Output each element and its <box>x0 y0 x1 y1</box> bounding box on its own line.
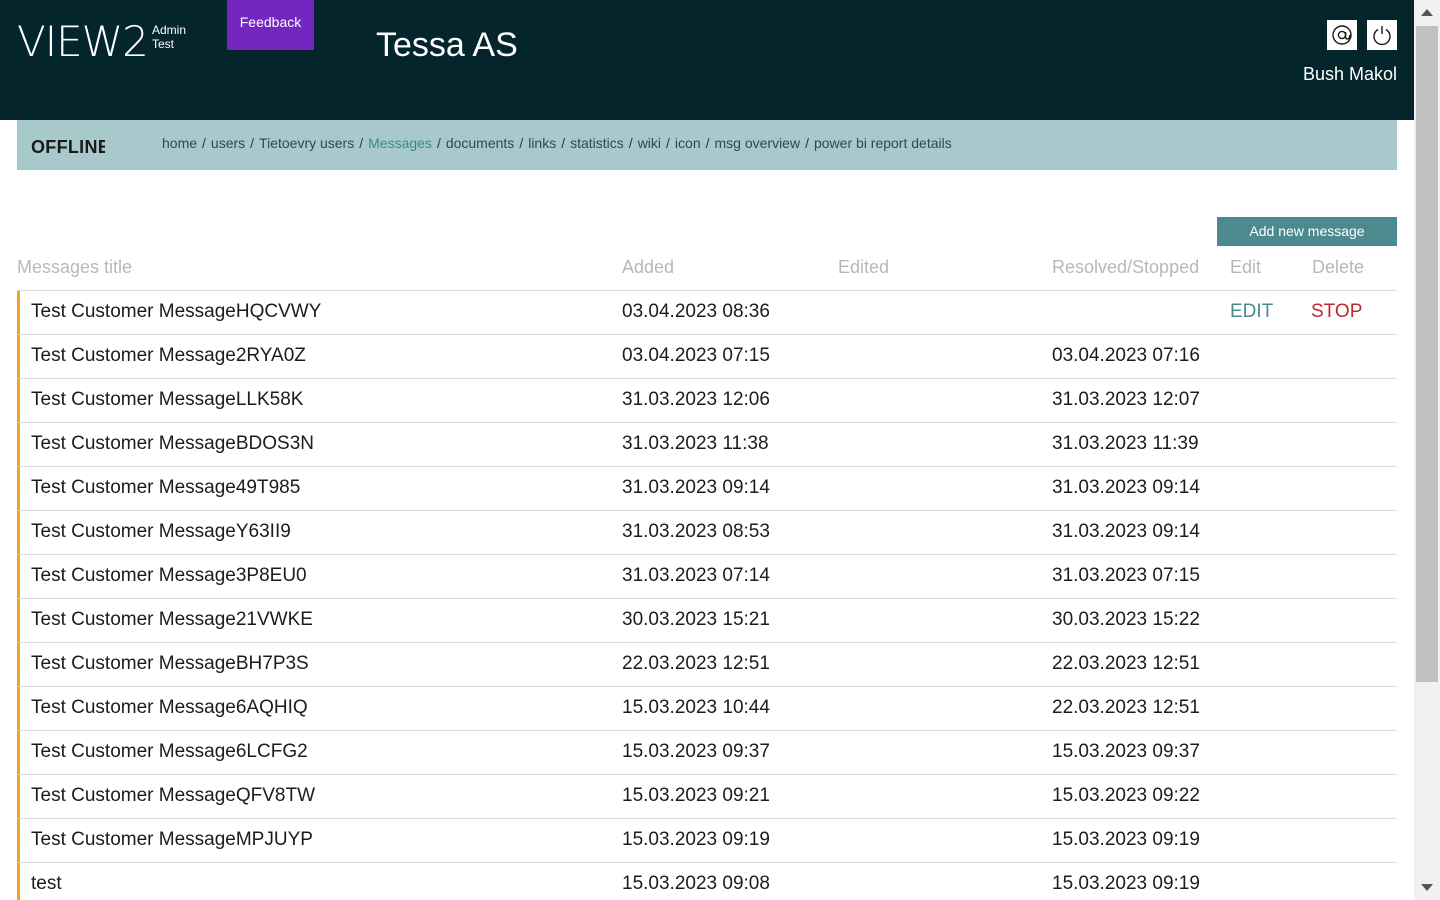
logo-sub-admin: Admin <box>152 23 187 37</box>
table-row[interactable]: Test Customer MessageY63II9 31.03.2023 08… <box>17 511 1397 555</box>
logo-sub-test: Test <box>152 37 175 51</box>
message-title: Test Customer MessageHQCVWY <box>31 301 322 322</box>
table-row[interactable]: Test Customer MessageMPJUYP 15.03.2023 09… <box>17 819 1397 863</box>
message-title: Test Customer MessageQFV8TW <box>31 785 316 806</box>
resolved-date: 15.03.2023 09:22 <box>1052 785 1200 806</box>
table-row[interactable]: Test Customer MessageBH7P3S 22.03.2023 12… <box>17 643 1397 687</box>
header-resolved[interactable]: Resolved/Stopped <box>1052 257 1199 278</box>
message-title: Test Customer MessageLLK58K <box>31 389 304 410</box>
scrollbar[interactable] <box>1414 0 1440 900</box>
message-title: Test Customer Message21VWKE <box>31 609 313 630</box>
message-title: Test Customer MessageY63II9 <box>31 521 291 542</box>
add-new-message-button[interactable]: Add new message <box>1217 217 1397 246</box>
power-icon <box>1373 26 1391 46</box>
table-row[interactable]: Test Customer Message21VWKE 30.03.2023 15… <box>17 599 1397 643</box>
resolved-date: 30.03.2023 15:22 <box>1052 609 1200 630</box>
at-icon <box>1332 25 1352 45</box>
table-row[interactable]: Test Customer Message6LCFG2 15.03.2023 09… <box>17 731 1397 775</box>
header-delete: Delete <box>1312 257 1365 277</box>
table-row[interactable]: Test Customer Message3P8EU0 31.03.2023 07… <box>17 555 1397 599</box>
resolved-date: 31.03.2023 07:15 <box>1052 565 1200 586</box>
added-date: 31.03.2023 09:14 <box>622 477 770 498</box>
resolved-date: 22.03.2023 12:51 <box>1052 697 1200 718</box>
resolved-date: 31.03.2023 09:14 <box>1052 477 1200 498</box>
added-date: 15.03.2023 09:37 <box>622 741 770 762</box>
added-date: 15.03.2023 09:21 <box>622 785 770 806</box>
nav-documents[interactable]: documents <box>446 135 514 151</box>
company-title: Tessa AS <box>376 26 518 64</box>
message-title: Test Customer Message6AQHIQ <box>31 697 308 718</box>
table-row[interactable]: test 15.03.2023 09:08 15.03.2023 09:19 <box>17 863 1397 900</box>
nav-home[interactable]: home <box>162 135 197 151</box>
added-date: 31.03.2023 08:53 <box>622 521 770 542</box>
added-date: 15.03.2023 09:08 <box>622 873 770 894</box>
header-edited[interactable]: Edited <box>838 257 889 278</box>
resolved-date: 03.04.2023 07:16 <box>1052 345 1200 366</box>
status-label: OFFLINE <box>31 137 105 157</box>
resolved-date: 31.03.2023 12:07 <box>1052 389 1200 410</box>
table-row[interactable]: Test Customer MessageQFV8TW 15.03.2023 09… <box>17 775 1397 819</box>
logout-button[interactable] <box>1367 20 1397 50</box>
header-edit: Edit <box>1230 257 1262 277</box>
header-title[interactable]: Messages title <box>17 257 132 278</box>
added-date: 31.03.2023 11:38 <box>622 433 769 454</box>
table-row[interactable]: Test Customer MessageHQCVWY 03.04.2023 08… <box>17 291 1397 335</box>
scroll-down-arrow-icon[interactable] <box>1421 884 1433 891</box>
table-header: Messages title Added Edited Resolved/Sto… <box>17 248 1397 291</box>
logo-subtitle: Admin Test <box>152 23 186 51</box>
nav-bar: OFFLINE home / users / Tietoevry users / Messa… <box>17 120 1397 170</box>
table-body: Test Customer MessageHQCVWY 03.04.2023 08… <box>17 291 1397 900</box>
nav-msg-overview[interactable]: msg overview <box>715 135 801 151</box>
added-date: 31.03.2023 12:06 <box>622 389 770 410</box>
table-row[interactable]: Test Customer Message6AQHIQ 15.03.2023 10… <box>17 687 1397 731</box>
message-title: test <box>31 873 62 894</box>
stop-link[interactable]: STOP <box>1311 301 1362 323</box>
message-title: Test Customer MessageBDOS3N <box>31 433 314 454</box>
scroll-up-arrow-icon[interactable] <box>1421 9 1433 16</box>
message-title: Test Customer MessageBH7P3S <box>31 653 309 674</box>
added-date: 30.03.2023 15:21 <box>622 609 770 630</box>
message-title: Test Customer Message2RYA0Z <box>31 345 306 366</box>
feedback-button[interactable]: Feedback <box>227 0 314 50</box>
message-title: Test Customer Message49T985 <box>31 477 301 498</box>
added-date: 03.04.2023 08:36 <box>622 301 770 322</box>
header-added[interactable]: Added <box>622 257 674 278</box>
nav-tietoevry-users[interactable]: Tietoevry users <box>259 135 354 151</box>
table-row[interactable]: Test Customer Message2RYA0Z 03.04.2023 07… <box>17 335 1397 379</box>
nav-power-bi-report-details[interactable]: power bi report details <box>814 135 952 151</box>
message-title: Test Customer MessageMPJUYP <box>31 829 313 850</box>
resolved-date: 31.03.2023 09:14 <box>1052 521 1200 542</box>
added-date: 31.03.2023 07:14 <box>622 565 770 586</box>
added-date: 15.03.2023 09:19 <box>622 829 770 850</box>
breadcrumb: home / users / Tietoevry users / Messages / docu… <box>162 135 952 151</box>
scroll-thumb[interactable] <box>1416 26 1438 682</box>
app-header: VIEW2 Admin Test Feedback Tessa AS Bush … <box>0 0 1414 120</box>
resolved-date: 15.03.2023 09:37 <box>1052 741 1200 762</box>
resolved-date: 22.03.2023 12:51 <box>1052 653 1200 674</box>
table-row[interactable]: Test Customer Message49T985 31.03.2023 09… <box>17 467 1397 511</box>
message-title: Test Customer Message6LCFG2 <box>31 741 308 762</box>
message-title: Test Customer Message3P8EU0 <box>31 565 307 586</box>
logo[interactable]: VIEW2 Admin Test <box>17 17 186 66</box>
table-row[interactable]: Test Customer MessageBDOS3N 31.03.2023 11… <box>17 423 1397 467</box>
added-date: 22.03.2023 12:51 <box>622 653 770 674</box>
nav-statistics[interactable]: statistics <box>570 135 624 151</box>
resolved-date: 15.03.2023 09:19 <box>1052 873 1200 894</box>
table-row[interactable]: Test Customer MessageLLK58K 31.03.2023 12… <box>17 379 1397 423</box>
logo-text: VIEW2 <box>17 17 149 66</box>
nav-icon[interactable]: icon <box>675 135 701 151</box>
nav-users[interactable]: users <box>211 135 245 151</box>
nav-wiki[interactable]: wiki <box>638 135 661 151</box>
resolved-date: 31.03.2023 11:39 <box>1052 433 1199 454</box>
user-name[interactable]: Bush Makol <box>1303 64 1397 85</box>
nav-messages[interactable]: Messages <box>368 135 432 151</box>
nav-links[interactable]: links <box>528 135 556 151</box>
added-date: 03.04.2023 07:15 <box>622 345 770 366</box>
resolved-date: 15.03.2023 09:19 <box>1052 829 1200 850</box>
added-date: 15.03.2023 10:44 <box>622 697 770 718</box>
email-button[interactable] <box>1327 20 1357 50</box>
messages-table: Messages title Added Edited Resolved/Sto… <box>17 248 1397 900</box>
edit-link[interactable]: EDIT <box>1230 301 1273 323</box>
